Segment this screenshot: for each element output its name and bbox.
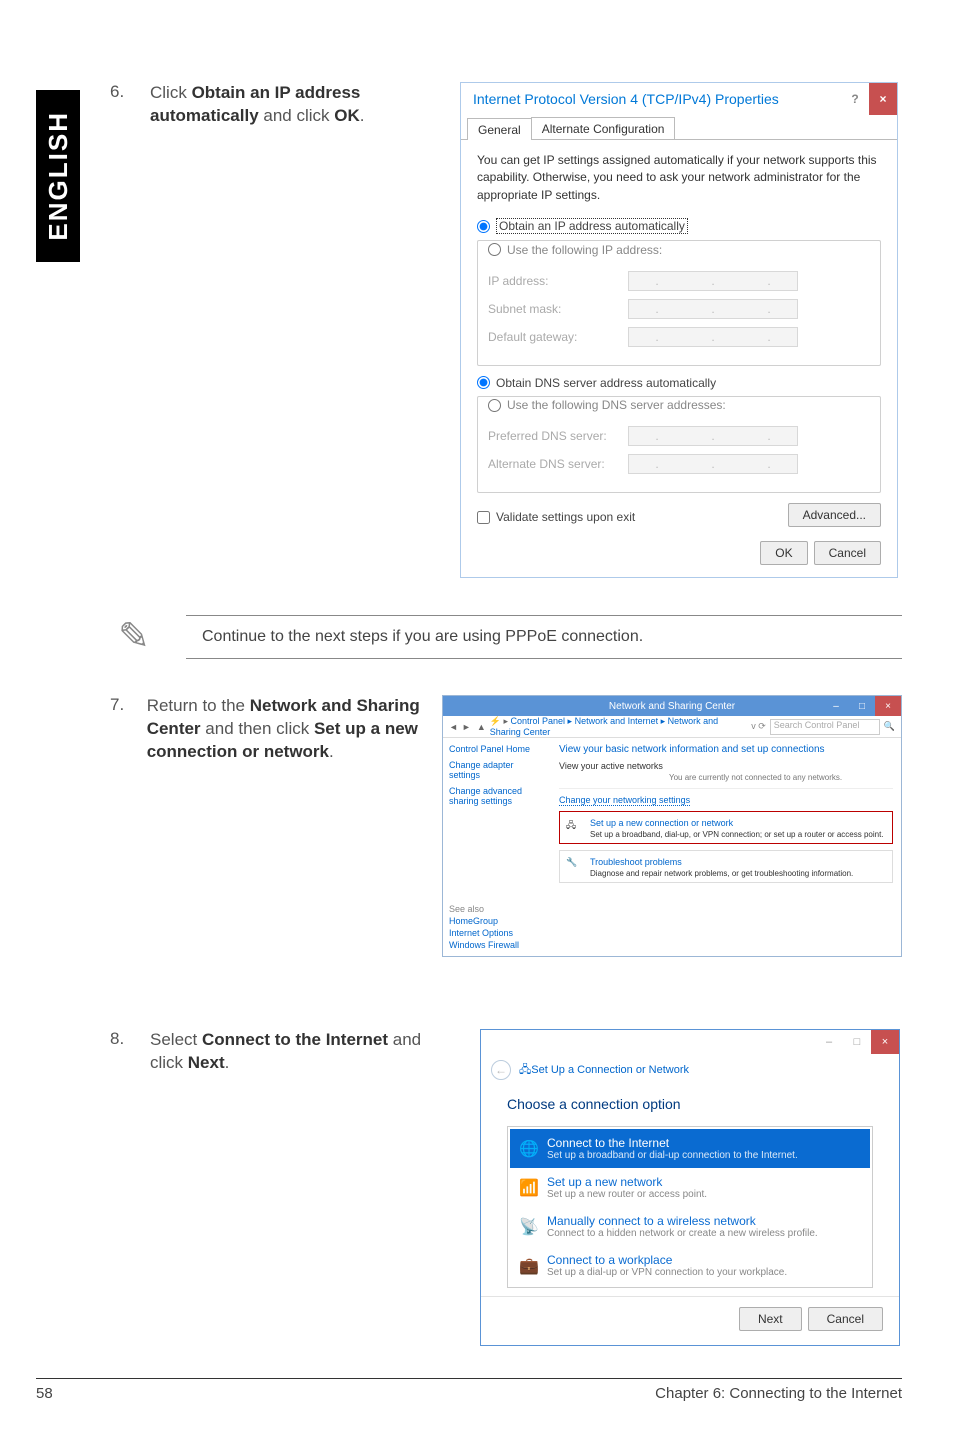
maximize-icon[interactable]: □ bbox=[843, 1030, 871, 1054]
ip-address-label: IP address: bbox=[488, 274, 628, 288]
maximize-icon[interactable]: □ bbox=[849, 696, 875, 716]
breadcrumb[interactable]: ⚡ ▸ Control Panel ▸ Network and Internet… bbox=[490, 716, 747, 737]
preferred-dns-input: ... bbox=[628, 426, 798, 446]
wizard-title-icon: 🖧 bbox=[519, 1061, 531, 1080]
wizard-title: Set Up a Connection or Network bbox=[531, 1064, 689, 1076]
default-gateway-label: Default gateway: bbox=[488, 330, 628, 344]
radio-obtain-ip-auto[interactable] bbox=[477, 220, 490, 233]
step7-number: 7. bbox=[110, 695, 147, 715]
close-icon[interactable]: × bbox=[871, 1030, 899, 1054]
ok-button[interactable]: OK bbox=[760, 541, 807, 565]
radio-use-following-dns[interactable] bbox=[488, 399, 501, 412]
ip-address-input: ... bbox=[628, 271, 798, 291]
ipv4-dialog-title: Internet Protocol Version 4 (TCP/IPv4) P… bbox=[461, 83, 841, 115]
search-input[interactable]: Search Control Panel bbox=[770, 719, 880, 735]
page-number: 58 bbox=[36, 1385, 53, 1402]
see-also-label: See also bbox=[449, 904, 519, 914]
option-manual-wireless[interactable]: 📡 Manually connect to a wireless network… bbox=[510, 1207, 870, 1246]
search-icon[interactable]: 🔍 bbox=[884, 721, 895, 732]
link-homegroup[interactable]: HomeGroup bbox=[449, 916, 519, 926]
link-troubleshoot[interactable]: 🔧 Troubleshoot problems Diagnose and rep… bbox=[559, 850, 893, 883]
step6-number: 6. bbox=[110, 82, 150, 102]
ipv4-properties-dialog: Internet Protocol Version 4 (TCP/IPv4) P… bbox=[460, 82, 898, 578]
radio-use-following-dns-label: Use the following DNS server addresses: bbox=[507, 398, 726, 412]
radio-obtain-dns-auto-label: Obtain DNS server address automatically bbox=[496, 376, 716, 390]
troubleshoot-icon: 🔧 bbox=[566, 857, 584, 875]
next-button[interactable]: Next bbox=[739, 1307, 802, 1331]
subnet-mask-input: ... bbox=[628, 299, 798, 319]
step8-number: 8. bbox=[110, 1029, 150, 1049]
close-icon[interactable]: × bbox=[869, 83, 897, 115]
set-up-connection-wizard: – □ × ← 🖧 Set Up a Connection or Network… bbox=[480, 1029, 900, 1346]
minimize-icon[interactable]: – bbox=[815, 1030, 843, 1054]
wifi-icon: 📡 bbox=[519, 1217, 547, 1237]
nsc-active-networks-sub: You are currently not connected to any n… bbox=[559, 773, 893, 782]
back-icon[interactable]: ◄ bbox=[449, 722, 458, 732]
network-icon: 🖧 bbox=[566, 818, 584, 836]
alternate-dns-label: Alternate DNS server: bbox=[488, 457, 628, 471]
minimize-icon[interactable]: – bbox=[823, 696, 849, 716]
cancel-button[interactable]: Cancel bbox=[814, 541, 881, 565]
close-icon[interactable]: × bbox=[875, 696, 901, 716]
radio-obtain-ip-auto-label: Obtain an IP address automatically bbox=[496, 218, 688, 234]
radio-use-following-ip-label: Use the following IP address: bbox=[507, 243, 662, 257]
alternate-dns-input: ... bbox=[628, 454, 798, 474]
back-icon[interactable]: ← bbox=[491, 1060, 511, 1080]
nsc-change-settings-header: Change your networking settings bbox=[559, 795, 690, 806]
chapter-title: Chapter 6: Connecting to the Internet bbox=[655, 1385, 902, 1402]
tab-general[interactable]: General bbox=[467, 118, 532, 140]
tab-alternate-configuration[interactable]: Alternate Configuration bbox=[531, 117, 676, 139]
forward-icon[interactable]: ► bbox=[462, 722, 471, 732]
option-setup-new-network[interactable]: 📶 Set up a new networkSet up a new route… bbox=[510, 1168, 870, 1207]
globe-icon: 🌐 bbox=[519, 1139, 547, 1159]
nsc-main-header: View your basic network information and … bbox=[559, 744, 893, 755]
cancel-button[interactable]: Cancel bbox=[808, 1307, 883, 1331]
nsc-title: Network and Sharing Center bbox=[609, 701, 735, 712]
sidebar-control-panel-home[interactable]: Control Panel Home bbox=[449, 744, 530, 754]
option-connect-workplace[interactable]: 💼 Connect to a workplaceSet up a dial-up… bbox=[510, 1246, 870, 1285]
subnet-mask-label: Subnet mask: bbox=[488, 302, 628, 316]
step7-text: Return to the Network and Sharing Center… bbox=[147, 695, 422, 764]
help-icon[interactable]: ? bbox=[841, 83, 869, 115]
preferred-dns-label: Preferred DNS server: bbox=[488, 429, 628, 443]
step6-text: Click Obtain an IP address automatically… bbox=[150, 82, 430, 128]
step8-text: Select Connect to the Internet and click… bbox=[150, 1029, 450, 1075]
up-icon[interactable]: ▲ bbox=[477, 722, 486, 732]
advanced-button[interactable]: Advanced... bbox=[788, 503, 881, 527]
radio-obtain-dns-auto[interactable] bbox=[477, 376, 490, 389]
radio-use-following-ip[interactable] bbox=[488, 243, 501, 256]
note-text: Continue to the next steps if you are us… bbox=[186, 615, 902, 659]
note-pencil-icon: ✎ bbox=[106, 614, 186, 659]
link-internet-options[interactable]: Internet Options bbox=[449, 928, 519, 938]
validate-settings-label: Validate settings upon exit bbox=[496, 510, 635, 524]
sidebar-change-sharing[interactable]: Change advanced sharing settings bbox=[449, 786, 545, 806]
nsc-active-networks-header: View your active networks bbox=[559, 761, 893, 771]
wizard-header: Choose a connection option bbox=[507, 1096, 873, 1112]
network-sharing-center-window: Network and Sharing Center – □ × ◄ ► ▲ ⚡… bbox=[442, 695, 902, 957]
briefcase-icon: 💼 bbox=[519, 1256, 547, 1276]
language-tab-label: ENGLISH bbox=[43, 111, 74, 241]
router-icon: 📶 bbox=[519, 1178, 547, 1198]
option-connect-internet[interactable]: 🌐 Connect to the InternetSet up a broadb… bbox=[510, 1129, 870, 1168]
link-setup-new-connection[interactable]: 🖧 Set up a new connection or network Set… bbox=[559, 811, 893, 844]
link-windows-firewall[interactable]: Windows Firewall bbox=[449, 940, 519, 950]
ipv4-description: You can get IP settings assigned automat… bbox=[477, 152, 881, 204]
validate-settings-checkbox[interactable] bbox=[477, 511, 490, 524]
language-tab: ENGLISH bbox=[36, 90, 80, 262]
sidebar-change-adapter[interactable]: Change adapter settings bbox=[449, 760, 545, 780]
default-gateway-input: ... bbox=[628, 327, 798, 347]
